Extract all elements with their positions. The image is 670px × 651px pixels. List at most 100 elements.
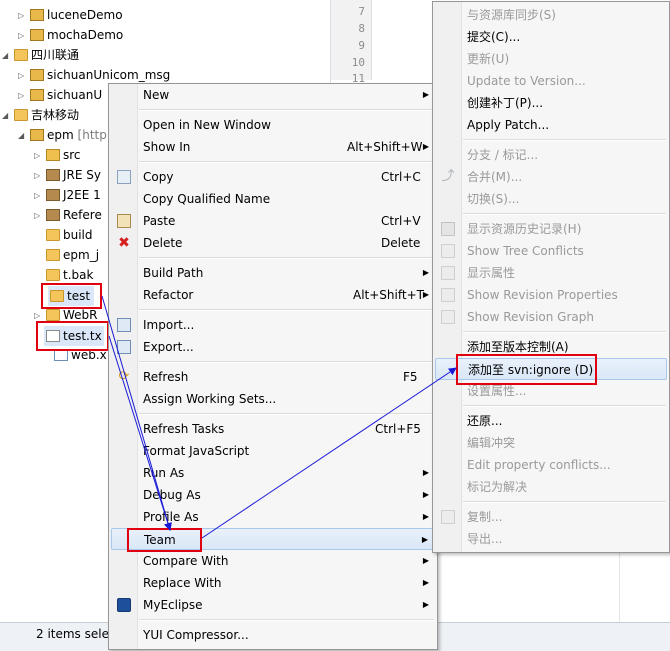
expand-arrow-icon[interactable]: ▷ — [34, 146, 44, 166]
menu-item-refresh-tasks[interactable]: Refresh Tasks Ctrl+F5 — [111, 418, 435, 440]
line-number: 9 — [358, 39, 365, 52]
editor-side-panel — [619, 552, 670, 622]
tree-item-src[interactable]: ▷ src — [34, 145, 81, 165]
menu-item-label: Build Path — [143, 266, 204, 280]
team-item-show-revision-graph[interactable]: Show Revision Graph — [435, 306, 667, 328]
paste-icon — [117, 214, 131, 228]
team-item-edit-property-conflicts[interactable]: Edit property conflicts... — [435, 454, 667, 476]
team-item-show-properties[interactable]: 显示属性 — [435, 262, 667, 284]
library-icon — [46, 189, 60, 201]
collapse-arrow-icon[interactable]: ◢ — [2, 106, 12, 126]
tree-item-mochademo[interactable]: ▷ mochaDemo — [18, 25, 123, 45]
menu-separator — [139, 109, 434, 111]
submenu-arrow-icon: ▶ — [422, 468, 429, 477]
team-item-mark-resolved[interactable]: 标记为解决 — [435, 476, 667, 498]
team-item-export[interactable]: 导出... — [435, 528, 667, 550]
tree-item-label: 四川联通 — [31, 48, 80, 62]
team-item-synchronize[interactable]: 与资源库同步(S) — [435, 4, 667, 26]
tree-item-j2ee[interactable]: ▷ J2EE 1 — [34, 185, 101, 205]
context-menu: New ▶ Open in New Window Show In Alt+Shift… — [108, 83, 438, 650]
tree-item-build[interactable]: build — [44, 225, 93, 245]
menu-separator — [139, 257, 434, 259]
expand-arrow-icon[interactable]: ▷ — [18, 86, 28, 106]
expand-arrow-icon[interactable]: ▷ — [34, 166, 44, 186]
folder-icon — [46, 269, 60, 281]
source-folder-icon — [46, 149, 60, 161]
tree-item-label: sichuanUnicom_msg — [47, 68, 171, 82]
team-item-show-history[interactable]: 显示资源历史记录(H) — [435, 218, 667, 240]
tree-item-sichuanu[interactable]: ▷ sichuanU — [18, 85, 102, 105]
menu-item-show-in[interactable]: Show In Alt+Shift+W ▶ — [111, 136, 435, 158]
project-icon — [30, 89, 44, 101]
menu-separator — [139, 309, 434, 311]
team-item-switch[interactable]: 切换(S)... — [435, 188, 667, 210]
menu-item-label: Refresh Tasks — [143, 422, 225, 436]
team-item-copy[interactable]: 复制... — [435, 506, 667, 528]
menu-item-replace-with[interactable]: Replace With ▶ — [111, 572, 435, 594]
menu-item-delete[interactable]: ✖ Delete Delete — [111, 232, 435, 254]
expand-arrow-icon[interactable]: ▷ — [18, 66, 28, 86]
team-item-show-tree-conflicts[interactable]: Show Tree Conflicts — [435, 240, 667, 262]
expand-arrow-icon[interactable]: ▷ — [34, 206, 44, 226]
tree-item-label: JRE Sy — [63, 168, 101, 182]
menu-item-label: 与资源库同步(S) — [467, 8, 556, 22]
menu-item-refactor[interactable]: Refactor Alt+Shift+T ▶ — [111, 284, 435, 306]
menu-item-debug-as[interactable]: Debug As ▶ — [111, 484, 435, 506]
tree-item-jilin-group[interactable]: ◢ 吉林移动 — [2, 105, 79, 125]
menu-item-label: 复制... — [467, 510, 503, 524]
collapse-arrow-icon[interactable]: ◢ — [2, 46, 12, 66]
menu-item-import[interactable]: Import... — [111, 314, 435, 336]
team-item-branch-tag[interactable]: 分支 / 标记... — [435, 144, 667, 166]
expand-arrow-icon[interactable]: ▷ — [18, 26, 28, 46]
menu-item-label: 更新(U) — [467, 52, 510, 66]
team-item-create-patch[interactable]: 创建补丁(P)... — [435, 92, 667, 114]
tree-item-label: J2EE 1 — [63, 188, 101, 202]
tree-item-label: luceneDemo — [47, 8, 123, 22]
menu-item-export[interactable]: Export... — [111, 336, 435, 358]
team-item-update[interactable]: 更新(U) — [435, 48, 667, 70]
tree-item-sichuan-group[interactable]: ◢ 四川联通 — [2, 45, 79, 65]
team-item-show-revision-properties[interactable]: Show Revision Properties — [435, 284, 667, 306]
menu-item-yui-compressor[interactable]: YUI Compressor... — [111, 624, 435, 646]
team-item-apply-patch[interactable]: Apply Patch... — [435, 114, 667, 136]
menu-item-label: Replace With — [143, 576, 222, 590]
menu-item-refresh[interactable]: ⟳ Refresh F5 — [111, 366, 435, 388]
tree-item-tbak[interactable]: t.bak — [44, 265, 93, 285]
menu-item-label: 标记为解决 — [467, 480, 528, 494]
highlight-box-svn-ignore — [456, 354, 597, 385]
tree-item-epm[interactable]: ◢ epm [http — [18, 125, 107, 145]
tree-item-epm-j[interactable]: epm_j — [44, 245, 99, 265]
collapse-arrow-icon[interactable]: ◢ — [18, 126, 28, 146]
menu-item-label: Import... — [143, 318, 195, 332]
menu-item-assign-working-sets[interactable]: Assign Working Sets... — [111, 388, 435, 410]
menu-item-profile-as[interactable]: Profile As ▶ — [111, 506, 435, 528]
menu-item-format-javascript[interactable]: Format JavaScript — [111, 440, 435, 462]
tree-item-references[interactable]: ▷ Refere — [34, 205, 102, 225]
project-icon — [30, 29, 44, 41]
menu-item-paste[interactable]: Paste Ctrl+V — [111, 210, 435, 232]
expand-arrow-icon[interactable]: ▷ — [18, 6, 28, 26]
highlight-box-test — [41, 283, 102, 309]
menu-item-open-in-new-window[interactable]: Open in New Window — [111, 114, 435, 136]
team-item-update-to-version[interactable]: Update to Version... — [435, 70, 667, 92]
team-item-revert[interactable]: 还原... — [435, 410, 667, 432]
menu-item-compare-with[interactable]: Compare With ▶ — [111, 550, 435, 572]
expand-arrow-icon[interactable]: ▷ — [34, 186, 44, 206]
team-item-edit-conflicts[interactable]: 编辑冲突 — [435, 432, 667, 454]
tree-item-lucenedemo[interactable]: ▷ luceneDemo — [18, 5, 123, 25]
menu-item-copy[interactable]: Copy Ctrl+C — [111, 166, 435, 188]
menu-item-myeclipse[interactable]: MyEclipse ▶ — [111, 594, 435, 616]
project-icon — [30, 69, 44, 81]
menu-item-label: New — [143, 88, 170, 102]
revision-graph-icon — [441, 310, 455, 324]
menu-item-copy-qualified-name[interactable]: Copy Qualified Name — [111, 188, 435, 210]
menu-item-build-path[interactable]: Build Path ▶ — [111, 262, 435, 284]
menu-item-label: Update to Version... — [467, 74, 586, 88]
team-item-merge[interactable]: ⤴ 合并(M)... — [435, 166, 667, 188]
team-item-commit[interactable]: 提交(C)... — [435, 26, 667, 48]
tree-item-sichuanunicom-msg[interactable]: ▷ sichuanUnicom_msg — [18, 65, 170, 85]
menu-item-run-as[interactable]: Run As ▶ — [111, 462, 435, 484]
tree-item-jre[interactable]: ▷ JRE Sy — [34, 165, 101, 185]
menu-item-new[interactable]: New ▶ — [111, 84, 435, 106]
folder-icon — [46, 249, 60, 261]
